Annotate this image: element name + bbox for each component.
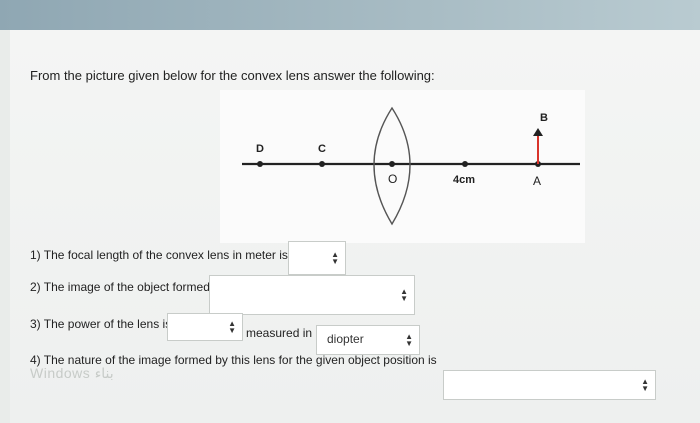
unit-select[interactable]: diopter ▲ ▼ — [316, 325, 420, 355]
select-arrows-icon: ▲ ▼ — [331, 250, 339, 266]
label-a: A — [533, 174, 541, 188]
point-f — [462, 161, 468, 167]
item-1-text: 1) The focal length of the convex lens i… — [30, 248, 288, 262]
windows-watermark: Windows بناء — [30, 365, 114, 381]
label-c: C — [318, 143, 326, 155]
image-formed-select[interactable]: ▲ ▼ — [209, 275, 415, 315]
browser-top-bar — [0, 0, 700, 30]
object-arrowhead — [533, 128, 543, 136]
label-distance: 4cm — [453, 174, 475, 186]
select-arrows-icon: ▲ ▼ — [228, 319, 236, 335]
nature-select[interactable]: ▲ ▼ — [443, 370, 656, 400]
point-o — [389, 161, 395, 167]
label-d: D — [256, 143, 264, 155]
unit-selected: diopter — [327, 332, 364, 346]
point-d — [257, 161, 263, 167]
power-select[interactable]: ▲ ▼ — [167, 313, 243, 341]
label-b: B — [540, 112, 548, 124]
lens-diagram-svg: D C O 4cm A B — [242, 106, 580, 226]
focal-length-select[interactable]: ▲ ▼ — [288, 241, 346, 275]
point-c — [319, 161, 325, 167]
lens-diagram: D C O 4cm A B — [220, 90, 585, 243]
item-2-text: 2) The image of the object formed — [30, 280, 210, 294]
question-prompt: From the picture given below for the con… — [30, 68, 435, 83]
item-3-text: 3) The power of the lens is — [30, 317, 172, 331]
select-arrows-icon: ▲ ▼ — [405, 332, 413, 348]
select-arrows-icon: ▲ ▼ — [400, 287, 408, 303]
item-3-unit-text: measured in — [246, 326, 313, 340]
select-arrows-icon: ▲ ▼ — [641, 377, 649, 393]
label-o: O — [388, 172, 397, 186]
